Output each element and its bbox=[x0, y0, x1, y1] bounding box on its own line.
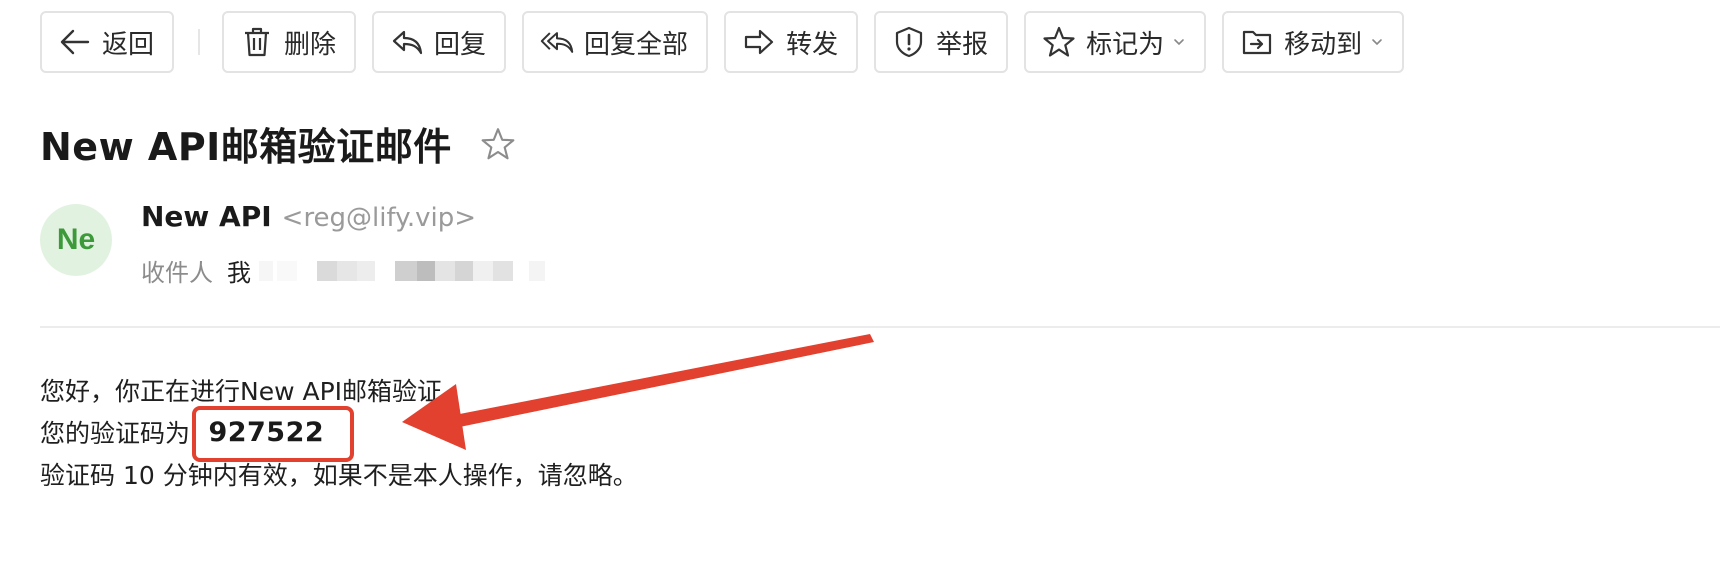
chevron-down-icon bbox=[1172, 35, 1186, 49]
reply-label: 回复 bbox=[434, 29, 487, 60]
star-icon[interactable] bbox=[480, 126, 516, 162]
body-note: 验证码 10 分钟内有效，如果不是本人操作，请忽略。 bbox=[40, 461, 638, 490]
reply-all-button[interactable]: 回复全部 bbox=[522, 11, 709, 73]
avatar[interactable]: Ne bbox=[40, 204, 112, 276]
trash-icon bbox=[240, 25, 274, 59]
mark-as-dropdown[interactable]: 标记为 bbox=[1024, 11, 1207, 73]
forward-icon bbox=[742, 25, 776, 59]
move-to-dropdown[interactable]: 移动到 bbox=[1222, 11, 1405, 73]
redacted-recipient-address bbox=[259, 260, 545, 282]
sender-name[interactable]: New API bbox=[141, 200, 272, 233]
reply-icon bbox=[390, 25, 424, 59]
reply-all-label: 回复全部 bbox=[584, 29, 689, 60]
star-outline-icon bbox=[1042, 25, 1076, 59]
forward-button[interactable]: 转发 bbox=[724, 11, 859, 73]
code-highlight-box: 927522 bbox=[192, 406, 355, 462]
folder-move-icon bbox=[1240, 25, 1274, 59]
forward-label: 转发 bbox=[786, 29, 839, 60]
back-button[interactable]: 返回 bbox=[40, 11, 175, 73]
recipient-me[interactable]: 我 bbox=[227, 253, 251, 288]
report-label: 举报 bbox=[936, 29, 989, 60]
recipient-label: 收件人 bbox=[141, 259, 213, 287]
mail-toolbar: 返回 删除 回复 回复全部 转发 举报 标记为 移动到 bbox=[40, 10, 1420, 74]
code-label: 您的验证码为: bbox=[40, 419, 199, 448]
back-label: 返回 bbox=[102, 29, 155, 60]
mail-body: 您好，你正在进行New API邮箱验证。 您的验证码为: 927522 验证码 … bbox=[40, 372, 638, 496]
sender-info: New API <reg@lify.vip> bbox=[141, 200, 476, 233]
delete-label: 删除 bbox=[284, 29, 337, 60]
mark-as-label: 标记为 bbox=[1086, 29, 1165, 60]
sender-email[interactable]: <reg@lify.vip> bbox=[282, 203, 476, 233]
delete-button[interactable]: 删除 bbox=[222, 11, 357, 73]
verification-code[interactable]: 927522 bbox=[208, 417, 324, 448]
reply-all-icon bbox=[540, 25, 574, 59]
reply-button[interactable]: 回复 bbox=[372, 11, 507, 73]
recipient-info: 收件人 我 bbox=[141, 253, 545, 288]
shield-alert-icon bbox=[892, 25, 926, 59]
arrow-left-icon bbox=[58, 25, 92, 59]
mail-subject-row: New API邮箱验证邮件 bbox=[40, 116, 516, 171]
report-button[interactable]: 举报 bbox=[874, 11, 1009, 73]
chevron-down-icon bbox=[1370, 35, 1384, 49]
header-divider bbox=[40, 326, 1720, 328]
mail-subject: New API邮箱验证邮件 bbox=[40, 125, 452, 169]
move-to-label: 移动到 bbox=[1284, 29, 1363, 60]
verification-code-line: 您的验证码为: 927522 bbox=[40, 406, 638, 462]
toolbar-divider bbox=[198, 29, 201, 55]
annotation-arrow bbox=[402, 334, 874, 450]
